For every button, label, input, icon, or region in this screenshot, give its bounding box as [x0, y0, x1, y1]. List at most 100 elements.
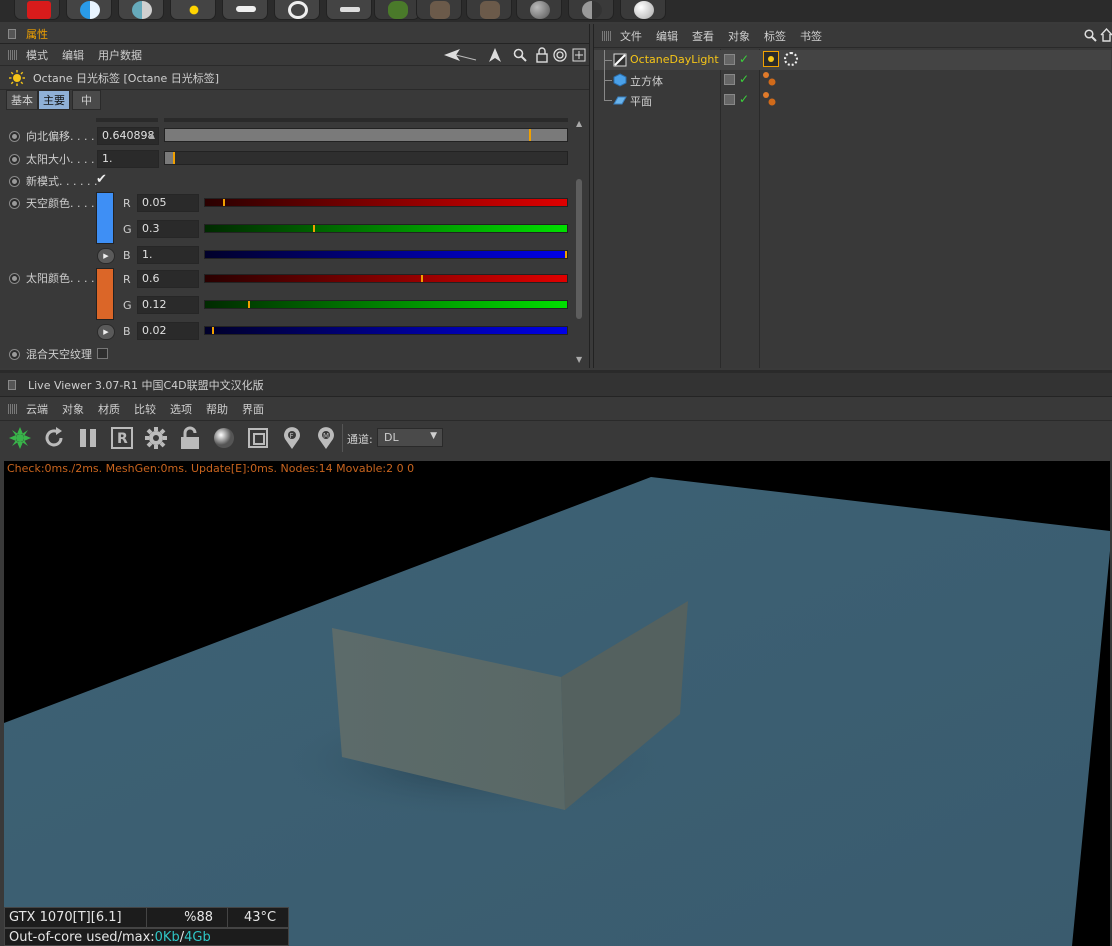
plant-icon[interactable]: [374, 0, 420, 20]
crop-icon[interactable]: [246, 426, 270, 450]
north-offset-radio[interactable]: [9, 130, 20, 142]
tree2-icon[interactable]: [466, 0, 512, 20]
sphere-material-icon[interactable]: [516, 0, 562, 20]
sun-r-input[interactable]: 0.6: [137, 270, 199, 288]
sky-b-slider[interactable]: [204, 250, 568, 259]
scroll-up-icon[interactable]: ▲: [576, 119, 582, 128]
lv-menu-help[interactable]: 帮助: [206, 401, 228, 417]
light-glow-icon[interactable]: [326, 0, 372, 20]
tree-icon[interactable]: [416, 0, 462, 20]
octane-sphere-icon[interactable]: [66, 0, 112, 20]
sky-color-swatch[interactable]: [96, 192, 114, 244]
om-menu-file[interactable]: 文件: [620, 28, 642, 44]
sky-r-slider[interactable]: [204, 198, 568, 207]
restart-icon[interactable]: [42, 426, 66, 450]
lv-menu-cloud[interactable]: 云端: [26, 401, 48, 417]
om-menu-object[interactable]: 对象: [728, 28, 750, 44]
sky-color-expand-button[interactable]: ▶: [97, 248, 115, 264]
new-model-radio[interactable]: [9, 175, 20, 187]
sun-b-input[interactable]: 0.02: [137, 322, 199, 340]
target-icon[interactable]: [274, 0, 320, 20]
sun-size-radio[interactable]: [9, 153, 20, 165]
sun-g-slider[interactable]: [204, 300, 568, 309]
sun-size-slider[interactable]: [164, 151, 568, 165]
material-ball-icon[interactable]: [212, 426, 236, 450]
sun-b-handle[interactable]: [212, 327, 214, 334]
octane-object-tag-icon[interactable]: [784, 52, 798, 66]
lv-menu-material[interactable]: 材质: [98, 401, 120, 417]
sky-r-input[interactable]: 0.05: [137, 194, 199, 212]
sun-color-expand-button[interactable]: ▶: [97, 324, 115, 340]
om-menu-tags[interactable]: 标签: [764, 28, 786, 44]
pick-focus-icon[interactable]: F: [280, 426, 304, 450]
sky-r-handle[interactable]: [223, 199, 225, 206]
settings-gear-icon[interactable]: [144, 426, 168, 450]
dark-sphere-icon[interactable]: [568, 0, 614, 20]
sun-light-icon[interactable]: [170, 0, 216, 20]
layer-icon[interactable]: [724, 74, 735, 85]
sun-g-input[interactable]: 0.12: [137, 296, 199, 314]
layer-icon[interactable]: [724, 94, 735, 105]
enabled-check-icon[interactable]: ✓: [739, 72, 749, 86]
enabled-check-icon[interactable]: ✓: [739, 52, 749, 66]
mix-sky-checkbox[interactable]: [97, 348, 108, 359]
sky-b-input[interactable]: 1.: [137, 246, 199, 264]
half-sphere-icon[interactable]: [118, 0, 164, 20]
enabled-check-icon[interactable]: ✓: [739, 92, 749, 106]
daylight-tag-icon[interactable]: [763, 51, 779, 67]
unlock-icon[interactable]: [178, 426, 202, 450]
new-model-checkbox[interactable]: ✔: [96, 172, 107, 187]
sun-color-radio[interactable]: [9, 272, 20, 284]
tab-basic[interactable]: 基本: [6, 90, 38, 110]
attributes-scrollbar[interactable]: ▲ ▼: [575, 119, 583, 364]
sun-b-slider[interactable]: [204, 326, 568, 335]
sun-color-swatch[interactable]: [96, 268, 114, 320]
mix-sky-radio[interactable]: [9, 348, 20, 360]
sky-b-handle[interactable]: [565, 251, 567, 258]
om-menu-view[interactable]: 查看: [692, 28, 714, 44]
pointer-up-icon[interactable]: [488, 47, 502, 63]
sun-size-input[interactable]: 1.: [97, 150, 159, 168]
pause-icon[interactable]: [76, 426, 100, 450]
area-light-icon[interactable]: [222, 0, 268, 20]
white-sphere-icon[interactable]: [620, 0, 666, 20]
material-tag-icon[interactable]: [762, 91, 778, 107]
tab-main[interactable]: 主要: [38, 90, 70, 110]
om-object-name[interactable]: 立方体: [630, 73, 663, 89]
pick-material-icon[interactable]: M: [314, 426, 338, 450]
search-icon[interactable]: [513, 48, 527, 62]
target-small-icon[interactable]: [553, 48, 567, 62]
om-row-daylight[interactable]: OctaneDayLight ✓: [594, 50, 1111, 70]
sun-g-handle[interactable]: [248, 301, 250, 308]
sky-g-input[interactable]: 0.3: [137, 220, 199, 238]
lv-menu-options[interactable]: 选项: [170, 401, 192, 417]
menu-user-data[interactable]: 用户数据: [98, 47, 142, 63]
om-home-icon[interactable]: [1100, 28, 1112, 42]
scroll-down-icon[interactable]: ▼: [576, 355, 582, 364]
channel-select[interactable]: DL ▼: [377, 428, 443, 447]
layer-icon[interactable]: [724, 54, 735, 65]
om-row-cube[interactable]: 立方体 ✓: [594, 70, 1111, 90]
sky-g-slider[interactable]: [204, 224, 568, 233]
sun-r-slider[interactable]: [204, 274, 568, 283]
menu-edit[interactable]: 编辑: [62, 47, 84, 63]
octane-render-icon[interactable]: [8, 426, 32, 450]
new-panel-icon[interactable]: [572, 48, 586, 62]
lock-icon[interactable]: [535, 47, 549, 63]
north-offset-handle[interactable]: [529, 129, 531, 141]
lv-menu-compare[interactable]: 比较: [134, 401, 156, 417]
om-menu-bookmarks[interactable]: 书签: [800, 28, 822, 44]
lv-menu-object[interactable]: 对象: [62, 401, 84, 417]
north-offset-input[interactable]: 0.640898 ▲: [97, 127, 159, 145]
om-object-name[interactable]: OctaneDayLight: [630, 53, 719, 66]
scroll-thumb[interactable]: [576, 179, 582, 319]
render-view-icon[interactable]: [14, 0, 60, 20]
om-menu-edit[interactable]: 编辑: [656, 28, 678, 44]
om-row-plane[interactable]: 平面 ✓: [594, 90, 1111, 110]
render-viewport[interactable]: Check:0ms./2ms. MeshGen:0ms. Update[E]:0…: [4, 461, 1110, 946]
back-arrow-icon[interactable]: [442, 48, 478, 62]
north-offset-slider[interactable]: [164, 128, 568, 142]
sun-size-handle[interactable]: [173, 152, 175, 164]
om-object-name[interactable]: 平面: [630, 93, 652, 109]
tab-medium[interactable]: 中: [72, 90, 101, 110]
